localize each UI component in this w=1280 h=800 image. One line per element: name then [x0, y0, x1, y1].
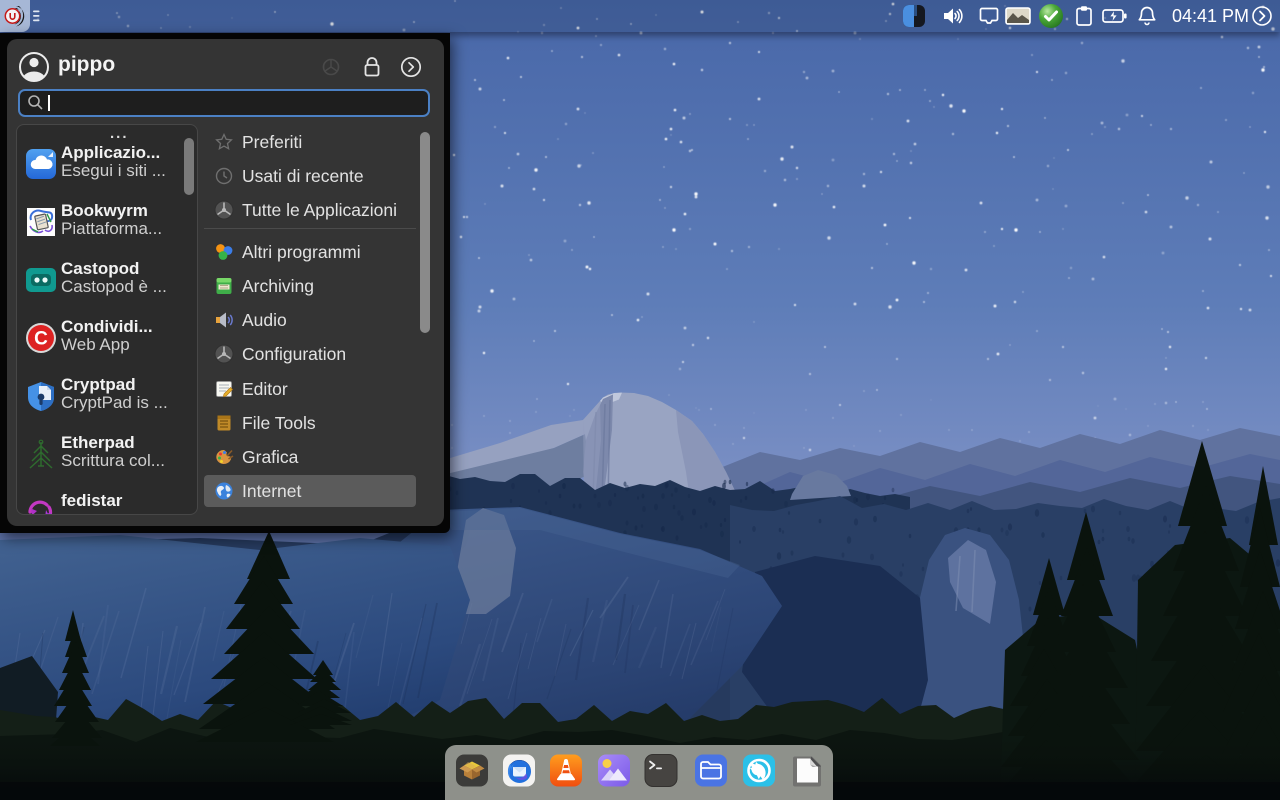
svg-text:C: C [34, 329, 48, 350]
